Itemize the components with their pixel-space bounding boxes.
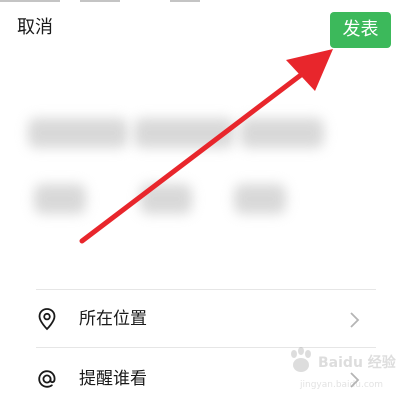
publish-button[interactable]: 发表: [330, 12, 391, 48]
paw-logo-icon: [291, 347, 311, 372]
cancel-button[interactable]: 取消: [17, 16, 53, 40]
blurred-post-content: [0, 100, 400, 240]
location-pin-icon: [38, 308, 56, 331]
status-bar-remnant: [0, 0, 400, 6]
chevron-right-icon: [350, 312, 360, 328]
at-sign-icon: [38, 370, 56, 388]
watermark-subtext: jingyan.baidu.com: [300, 380, 384, 390]
list-item-label: 所在位置: [79, 309, 147, 329]
list-item-label: 提醒谁看: [79, 369, 147, 389]
watermark-text: Baidu 经验: [318, 355, 396, 371]
compose-moment-screen: 取消 发表 所在位置 提醒谁看 Baidu 经验 jingyan.baidu.c…: [0, 0, 400, 400]
baidu-jingyan-watermark: Baidu 经验 jingyan.baidu.com: [286, 340, 398, 396]
divider: [36, 289, 376, 290]
